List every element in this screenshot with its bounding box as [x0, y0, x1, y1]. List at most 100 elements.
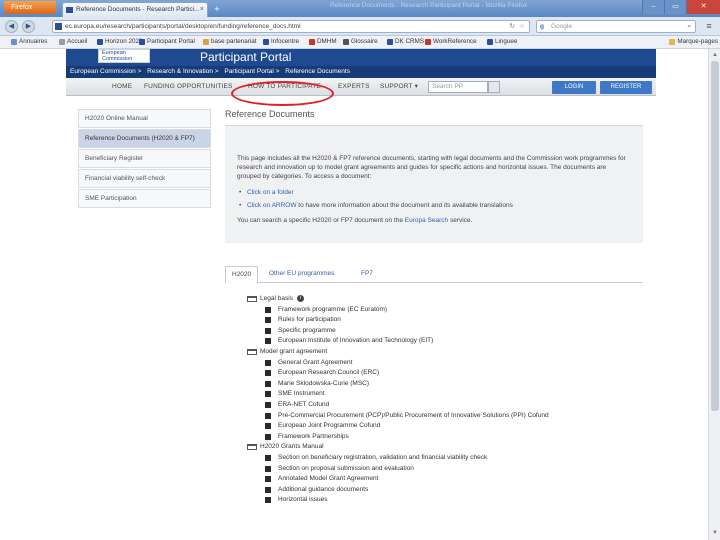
- tree-document[interactable]: Additional guidance documents: [246, 485, 686, 496]
- tree-document[interactable]: ERA-NET Cofund: [246, 400, 686, 411]
- tab-fp7[interactable]: FP7: [355, 266, 379, 283]
- tree-document[interactable]: Section on beneficiary registration, val…: [246, 453, 686, 464]
- tree-document[interactable]: Section on proposal submission and evalu…: [246, 464, 686, 475]
- browser-search-input[interactable]: g Google ⌕: [536, 20, 696, 33]
- sidebar-item-beneficiary-register[interactable]: Beneficiary Register: [78, 149, 211, 168]
- tree-document[interactable]: Horizontal issues: [246, 495, 686, 506]
- close-tab-icon[interactable]: ×: [200, 3, 204, 17]
- intro-box: This page includes all the H2020 & FP7 r…: [225, 125, 643, 243]
- tree-folder[interactable]: Legal basis i: [246, 294, 686, 305]
- forward-button[interactable]: ▶: [22, 20, 35, 33]
- bookmark-item[interactable]: DMHM: [308, 36, 337, 48]
- tree-folder[interactable]: Model grant agreement: [246, 347, 686, 358]
- back-button[interactable]: ◀: [5, 20, 18, 33]
- instruction-text: to have more information about the docum…: [296, 202, 513, 209]
- tree-document[interactable]: General Grant Agreement: [246, 358, 686, 369]
- nav-experts[interactable]: EXPERTS: [338, 78, 370, 96]
- reload-icon[interactable]: ↻: [510, 21, 515, 32]
- europa-search-link[interactable]: Europa Search: [405, 217, 448, 224]
- bookmarks-menu[interactable]: Marque-pages: [668, 36, 718, 48]
- bookmark-item[interactable]: Linguee: [486, 36, 517, 48]
- tree-label: Marie Sklodowska-Curie (MSC): [278, 379, 370, 387]
- scrollbar-thumb[interactable]: [711, 61, 719, 411]
- firefox-menu-button[interactable]: Firefox: [4, 1, 56, 14]
- bookmark-item[interactable]: Glossaire: [342, 36, 378, 48]
- open-folder-icon: [247, 444, 257, 451]
- tree-label: European Joint Programme Cofund: [278, 422, 381, 430]
- scroll-down-icon[interactable]: ▼: [711, 529, 719, 537]
- bookmark-item[interactable]: Infocentre: [262, 36, 299, 48]
- tree-label: Framework Partnerships: [278, 432, 349, 440]
- breadcrumb-item[interactable]: Research & Innovation >: [147, 68, 218, 75]
- info-icon[interactable]: i: [296, 294, 304, 302]
- sidebar-item-online-manual[interactable]: H2020 Online Manual: [78, 109, 211, 128]
- ec-logo[interactable]: European Commission: [98, 49, 150, 63]
- tree-document[interactable]: Marie Sklodowska-Curie (MSC): [246, 379, 686, 390]
- bookmark-item[interactable]: DK CRMS: [386, 36, 424, 48]
- sidebar-item-financial-viability[interactable]: Financial viability self-check: [78, 169, 211, 188]
- document-icon: [265, 423, 271, 430]
- search-note: You can search a specific H2020 or FP7 d…: [237, 216, 631, 225]
- register-button[interactable]: REGISTER: [600, 81, 652, 94]
- close-window-button[interactable]: ✕: [686, 0, 720, 14]
- tab-title: Reference Documents - Research Partici..…: [76, 6, 200, 13]
- tree-folder[interactable]: H2020 Grants Manual: [246, 442, 686, 453]
- nav-funding-opportunities[interactable]: FUNDING OPPORTUNITIES: [144, 78, 233, 96]
- login-button[interactable]: LOGIN: [552, 81, 596, 94]
- browser-tab[interactable]: Reference Documents - Research Partici..…: [62, 2, 208, 17]
- tree-document[interactable]: European Institute of Innovation and Tec…: [246, 336, 686, 347]
- tree-document[interactable]: Specific programme: [246, 326, 686, 337]
- portal-title: Participant Portal: [200, 50, 292, 64]
- window-title: Reference Documents - Research Participa…: [330, 2, 528, 9]
- bookmark-item[interactable]: Annuaires: [10, 36, 47, 48]
- highlight-annotation: [231, 81, 334, 106]
- bookmark-item[interactable]: base partenariat: [202, 36, 257, 48]
- tree-document[interactable]: Framework Partnerships: [246, 432, 686, 443]
- document-icon: [265, 476, 271, 483]
- google-icon[interactable]: g: [540, 21, 544, 32]
- search-icon[interactable]: ⌕: [687, 21, 691, 32]
- bookmark-item[interactable]: Participant Portal: [138, 36, 195, 48]
- nav-home[interactable]: HOME: [112, 78, 132, 96]
- tree-document[interactable]: Pre-Commercial Procurement (PCP)/Public …: [246, 411, 686, 422]
- portal-header: European Commission Participant Portal: [66, 49, 656, 66]
- tree-document[interactable]: SME Instrument: [246, 389, 686, 400]
- tree-document[interactable]: Framework programme (EC Euratom): [246, 305, 686, 316]
- tree-document[interactable]: Rules for participation: [246, 315, 686, 326]
- bookmark-item[interactable]: Accueil: [58, 36, 87, 48]
- document-icon: [265, 433, 271, 440]
- tree-label: European Research Council (ERC): [278, 369, 380, 377]
- maximize-button[interactable]: ▭: [664, 0, 686, 14]
- document-icon: [265, 497, 271, 504]
- search-note-prefix: You can search a specific H2020 or FP7 d…: [237, 217, 405, 224]
- portal-search-input[interactable]: Search PP: [428, 81, 488, 93]
- scroll-up-icon[interactable]: ▲: [711, 51, 719, 59]
- minimize-button[interactable]: –: [642, 0, 664, 14]
- document-icon: [265, 465, 271, 472]
- nav-support[interactable]: SUPPORT ▾: [380, 78, 418, 96]
- browser-title-bar: Firefox Reference Documents - Research P…: [0, 0, 720, 17]
- document-tree: Legal basis i Framework programme (EC Eur…: [246, 294, 686, 506]
- portal-search-button[interactable]: [488, 81, 500, 93]
- tree-document[interactable]: European Research Council (ERC): [246, 368, 686, 379]
- folder-link[interactable]: Click on a folder: [247, 189, 294, 196]
- bookmark-item[interactable]: Horizon 2020: [96, 36, 142, 48]
- browser-menu-icon[interactable]: ≡: [702, 20, 716, 33]
- tree-document[interactable]: Annotated Model Grant Agreement: [246, 474, 686, 485]
- sidebar-item-sme-participation[interactable]: SME Participation: [78, 189, 211, 208]
- main-navigation: HOME FUNDING OPPORTUNITIES HOW TO PARTIC…: [66, 78, 656, 96]
- tab-other-eu-programmes[interactable]: Other EU programmes: [263, 266, 340, 283]
- tree-document[interactable]: European Joint Programme Cofund: [246, 421, 686, 432]
- tab-h2020[interactable]: H2020: [225, 266, 259, 284]
- bookmark-item[interactable]: WorkReference: [424, 36, 477, 48]
- page-scrollbar[interactable]: ▲ ▼: [708, 49, 720, 540]
- bookmark-star-icon[interactable]: ☆: [519, 21, 525, 32]
- arrow-link[interactable]: Click on ARROW: [247, 202, 296, 209]
- new-tab-button[interactable]: +: [210, 4, 224, 15]
- url-bar[interactable]: ec.europa.eu/research/participants/porta…: [52, 20, 530, 33]
- sidebar-item-reference-documents[interactable]: Reference Documents (H2020 & FP7): [78, 129, 211, 148]
- breadcrumb-item[interactable]: Participant Portal >: [224, 68, 279, 75]
- document-icon: [265, 391, 271, 398]
- breadcrumb-item[interactable]: European Commission >: [70, 68, 141, 75]
- site-identity-icon[interactable]: [55, 23, 62, 30]
